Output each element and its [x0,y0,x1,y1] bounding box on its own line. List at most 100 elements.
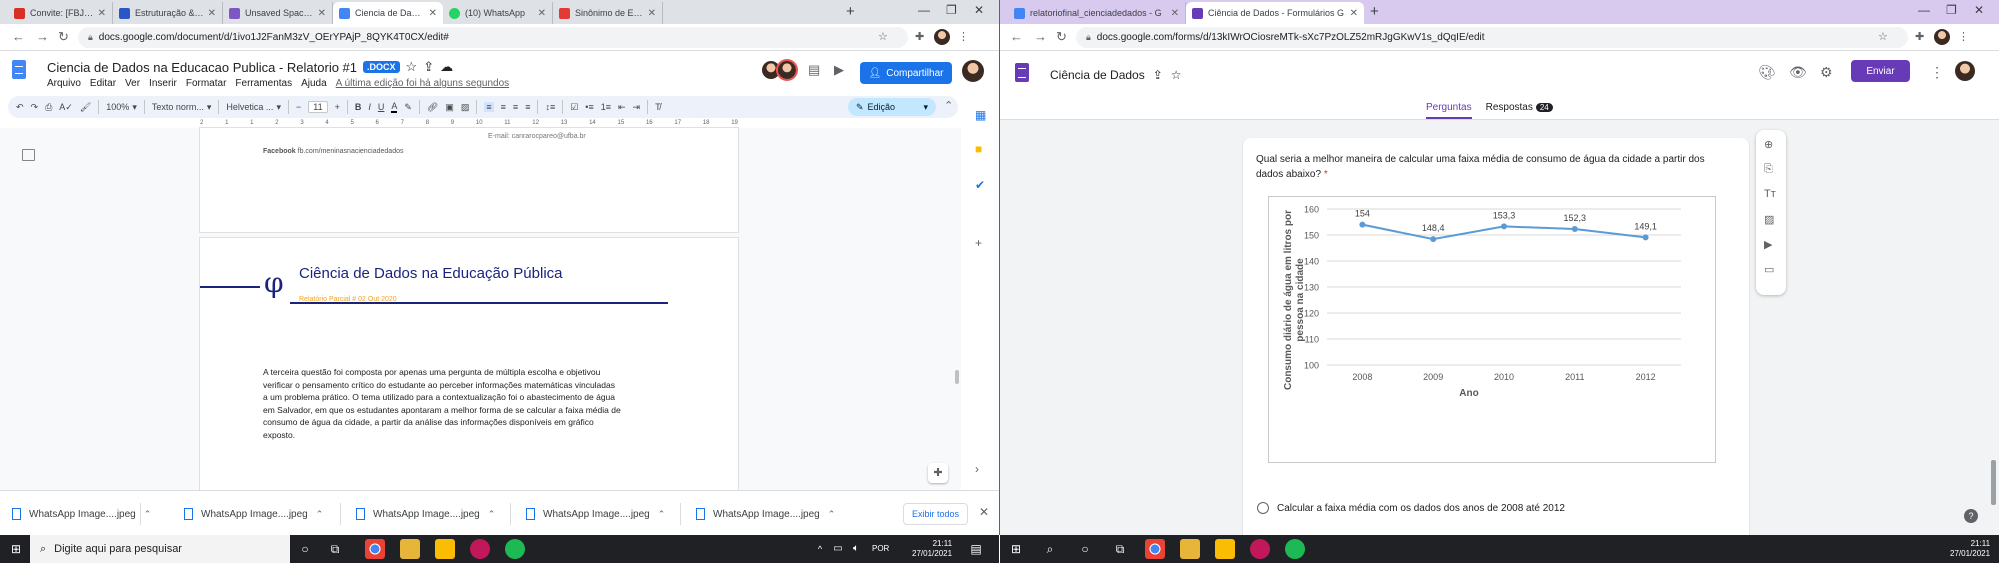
indent-increase-icon[interactable]: ⇥ [633,102,641,113]
download-item[interactable]: WhatsApp Image....jpeg ⌃ [356,503,495,525]
clear-format-icon[interactable]: T̸ [655,102,661,112]
chevron-up-icon[interactable]: ⌃ [658,509,666,520]
app-icon[interactable] [1250,539,1270,559]
menu-icon[interactable]: ⋮ [1958,30,1969,43]
question-text[interactable]: Qual seria a melhor maneira de calcular … [1256,152,1726,182]
menu-ajuda[interactable]: Ajuda [301,78,327,89]
more-icon[interactable]: ⋮ [1930,64,1944,81]
palette-icon[interactable]: 🎨︎ [1758,64,1776,81]
send-button[interactable]: Enviar [1851,60,1910,82]
close-icon[interactable]: ✕ [208,8,216,19]
print-icon[interactable]: ⎙ [45,102,52,113]
keep-icon[interactable]: ■ [975,142,982,156]
bullet-list-icon[interactable]: •≡ [585,102,593,112]
indent-decrease-icon[interactable]: ⇤ [618,102,626,113]
download-item[interactable]: WhatsApp Image....jpeg ⌃ [184,503,323,525]
star-icon[interactable]: ☆ [1878,30,1888,43]
avatar[interactable] [1934,29,1950,45]
font-select[interactable]: Helvetica ... ▾ [226,102,281,113]
comment-add-icon[interactable]: ▣ [445,102,454,113]
meet-icon[interactable]: ▶ [834,62,844,78]
windows-start-icon[interactable]: ⊞ [1006,539,1026,559]
file-explorer-icon[interactable] [400,539,420,559]
maximize-button[interactable]: ❐ [946,3,957,17]
help-icon[interactable]: ? [1964,509,1978,523]
align-left-icon[interactable]: ≡ [484,102,494,112]
address-bar[interactable]: 🔒︎ docs.google.com/document/d/1ivo1J2FanM… [78,27,908,48]
add-video-icon[interactable]: ▶ [1764,238,1772,251]
new-tab-button[interactable]: + [1370,3,1379,20]
font-size-input[interactable]: 11 [308,101,328,113]
notifications-icon[interactable]: ▤ [966,539,986,559]
last-edit-link[interactable]: A última edição foi há alguns segundos [336,78,509,89]
back-icon[interactable]: ← [1010,29,1023,44]
star-icon[interactable]: ☆ [406,59,418,75]
forward-icon[interactable]: → [36,29,49,44]
window-close-button[interactable]: ✕ [1974,3,1984,17]
menu-formatar[interactable]: Formatar [186,78,227,89]
tab-relatoriofinal[interactable]: relatoriofinal_cienciadedados - G ✕ [1008,2,1186,24]
chrome-icon[interactable] [1145,539,1165,559]
bold-icon[interactable]: B [355,102,362,112]
page-2[interactable]: φ Ciência de Dados na Educação Pública R… [200,238,738,490]
image-icon[interactable]: ▨ [461,102,470,113]
menu-ver[interactable]: Ver [125,78,140,89]
cortana-icon[interactable]: ○ [295,539,315,559]
close-icon[interactable]: ✕ [538,8,546,19]
import-questions-icon[interactable]: ⎘ [1764,163,1773,176]
clock[interactable]: 21:11 27/01/2021 [912,539,952,559]
menu-editar[interactable]: Editar [90,78,116,89]
tasks-icon[interactable]: ✔ [975,178,985,192]
add-addon-icon[interactable]: + [975,236,982,250]
new-tab-button[interactable]: + [846,3,855,20]
tab-respostas[interactable]: Respostas 24 [1486,102,1553,119]
file-explorer-icon[interactable] [1180,539,1200,559]
line-spacing-icon[interactable]: ↕≡ [545,102,555,112]
calendar-icon[interactable]: ▦ [975,108,986,122]
windows-start-icon[interactable]: ⊞ [6,539,26,559]
menu-inserir[interactable]: Inserir [149,78,177,89]
back-icon[interactable]: ← [12,29,25,44]
share-button[interactable]: 👤︎ Compartilhar [860,62,952,84]
add-section-icon[interactable]: ▭ [1764,263,1774,276]
undo-icon[interactable]: ↶ [16,102,24,113]
chevron-up-icon[interactable]: ^ [810,539,830,559]
option-radio[interactable]: Calcular a faixa média com os dados dos … [1257,502,1565,514]
window-close-button[interactable]: ✕ [974,3,984,17]
spotify-icon[interactable] [1285,539,1305,559]
star-icon[interactable]: ☆ [1171,68,1182,82]
tab-estruturacao[interactable]: Estruturação & Planeja✕ [113,2,223,24]
chrome-icon[interactable] [365,539,385,559]
align-center-icon[interactable]: ≡ [501,102,506,112]
tab-forms[interactable]: Ciência de Dados - Formulários G ✕ [1186,2,1364,24]
download-item[interactable]: WhatsApp Image....jpeg ⌃ [12,503,151,525]
add-question-icon[interactable]: ⊕ [1764,138,1773,151]
show-all-button[interactable]: Exibir todos [903,503,968,525]
style-select[interactable]: Texto norm... ▾ [152,102,212,113]
volume-icon[interactable]: 🔈︎ [846,539,866,559]
chevron-up-icon[interactable]: ⌃ [144,509,152,520]
scrollbar[interactable] [955,370,959,384]
sticky-notes-icon[interactable] [1215,539,1235,559]
chevron-up-icon[interactable]: ⌃ [316,509,324,520]
tab-whatsapp[interactable]: (10) WhatsApp ✕ [443,2,553,24]
forms-icon[interactable] [1015,63,1029,82]
close-icon[interactable]: ✕ [429,8,437,19]
form-title[interactable]: Ciência de Dados [1050,68,1145,82]
paint-format-icon[interactable]: 🖌︎ [80,102,91,113]
clock[interactable]: 21:11 27/01/2021 [1950,539,1990,559]
language-indicator[interactable]: POR [872,544,889,554]
account-avatar[interactable] [962,60,984,82]
move-icon[interactable]: ⇪ [1153,68,1163,82]
network-icon[interactable]: ▭ [828,539,848,559]
radio-circle[interactable] [1257,502,1269,514]
extensions-icon[interactable]: ✚ [915,30,924,43]
app-icon[interactable] [470,539,490,559]
gear-icon[interactable]: ⚙ [1820,64,1833,81]
add-title-icon[interactable]: Tт [1764,188,1776,200]
comments-icon[interactable]: ▤ [808,62,820,78]
chevron-up-icon[interactable]: ⌃ [944,99,953,112]
tab-sinonimo[interactable]: Sinônimo de Espera - S✕ [553,2,663,24]
redo-icon[interactable]: ↷ [31,102,39,113]
address-bar[interactable]: 🔒︎ docs.google.com/forms/d/13kIWrOCiosreM… [1076,27,1908,48]
